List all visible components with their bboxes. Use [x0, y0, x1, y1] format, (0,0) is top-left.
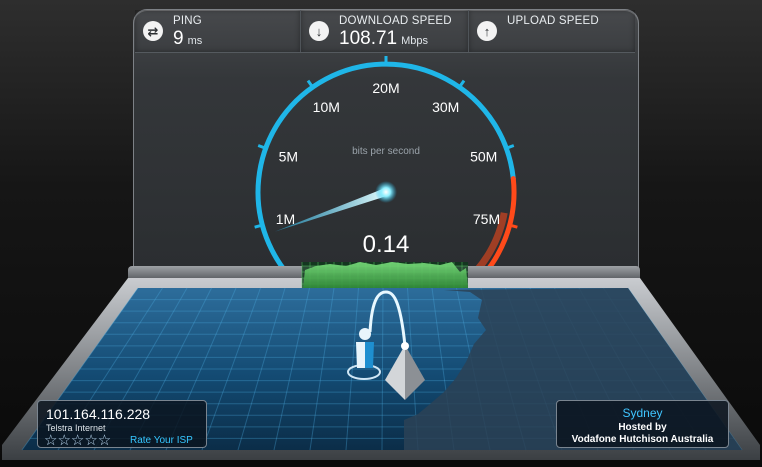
upload-value-line [507, 28, 511, 50]
server-city: Sydney [622, 406, 663, 420]
upload-arrow-icon: ↑ [477, 21, 497, 41]
upload-stat: ↑ UPLOAD SPEED [469, 10, 635, 52]
ping-value-line: 9 ms [173, 28, 202, 50]
ping-unit: ms [187, 35, 203, 47]
server-sponsor: Vodafone Hutchison Australia [571, 434, 714, 445]
server-info-box: Sydney Hosted by Vodafone Hutchison Aust… [556, 400, 729, 448]
ping-value: 9 [173, 28, 184, 49]
rating-stars[interactable]: ☆☆☆☆☆ [44, 431, 111, 449]
gauge-tick [465, 287, 475, 298]
download-stat: ↓ DOWNLOAD SPEED 108.71 Mbps [301, 10, 469, 52]
download-title: DOWNLOAD SPEED [339, 15, 452, 27]
stats-bar: ⇄ PING 9 ms ↓ DOWNLOAD SPEED 108.71 Mbps ↑… [135, 10, 635, 53]
rate-your-isp-link[interactable]: Rate Your ISP [130, 435, 193, 446]
upload-title: UPLOAD SPEED [507, 15, 599, 27]
client-ip: 101.164.116.228 [46, 406, 151, 422]
download-arrow-icon: ↓ [309, 21, 329, 41]
download-value-line: 108.71 Mbps [339, 28, 428, 50]
gauge-tick [297, 287, 307, 298]
client-info-box: 101.164.116.228 Telstra Internet ☆☆☆☆☆ R… [37, 400, 207, 449]
hosted-by-label: Hosted by [618, 422, 667, 433]
download-unit: Mbps [401, 35, 429, 47]
connection-arc [368, 290, 407, 347]
ping-stat: ⇄ PING 9 ms [135, 10, 301, 52]
download-value: 108.71 [339, 28, 398, 49]
ping-title: PING [173, 15, 202, 27]
panel-ledge [128, 266, 640, 288]
ping-arrows-icon: ⇄ [143, 21, 163, 41]
